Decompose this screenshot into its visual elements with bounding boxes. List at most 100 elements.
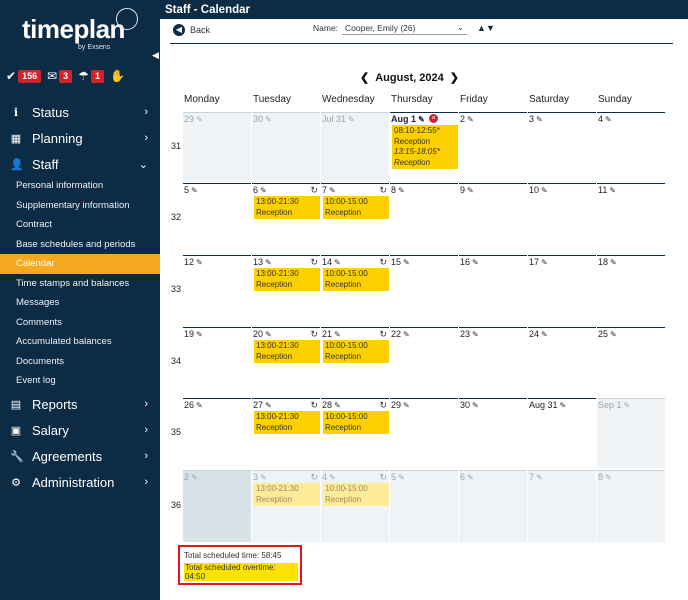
sidebar-subitem-time-stamps-and-balances[interactable]: Time stamps and balances <box>0 274 160 294</box>
edit-icon[interactable]: ✎ <box>418 115 425 124</box>
sidebar-subitem-comments[interactable]: Comments <box>0 313 160 333</box>
calendar-day-cell[interactable]: 21 ✎ ↻ 10:00-15:00 Reception <box>321 327 389 397</box>
sidebar-subitem-accumulated-balances[interactable]: Accumulated balances <box>0 332 160 352</box>
shift-block[interactable]: 10:00-15:00 Reception <box>323 411 389 434</box>
name-dropdown[interactable]: Cooper, Emily (26) ⌄ <box>342 21 468 35</box>
calendar-day-cell[interactable]: 4 ✎ <box>597 112 665 182</box>
calendar-day-cell[interactable]: 26 ✎ <box>183 398 251 468</box>
repeat-icon[interactable]: ↻ <box>310 400 318 411</box>
edit-icon[interactable]: ✎ <box>536 115 543 124</box>
calendar-day-cell[interactable]: 17 ✎ <box>528 255 596 325</box>
calendar-day-cell[interactable]: 8 ✎ <box>390 183 458 253</box>
badge-hand[interactable]: ✋ <box>110 70 125 82</box>
timeplan-logo[interactable]: timeplan by Exsens <box>20 8 140 52</box>
shift-block[interactable]: 13:00-21:30 Reception <box>254 268 320 291</box>
calendar-day-cell[interactable]: 6 ✎ ↻ 13:00-21:30 Reception <box>252 183 320 253</box>
calendar-day-cell[interactable]: 15 ✎ <box>390 255 458 325</box>
edit-icon[interactable]: ✎ <box>348 115 355 124</box>
sidebar-subitem-base-schedules-and-periods[interactable]: Base schedules and periods <box>0 235 160 255</box>
calendar-day-cell[interactable]: 8 ✎ <box>597 470 665 542</box>
calendar-day-cell[interactable]: 9 ✎ <box>459 183 527 253</box>
edit-icon[interactable]: ✎ <box>403 401 410 410</box>
repeat-icon[interactable]: ↻ <box>379 257 387 268</box>
edit-icon[interactable]: ✎ <box>265 330 272 339</box>
edit-icon[interactable]: ✎ <box>605 115 612 124</box>
repeat-icon[interactable]: ↻ <box>310 472 318 483</box>
repeat-icon[interactable]: ↻ <box>379 472 387 483</box>
calendar-day-cell[interactable]: 30 ✎ <box>252 112 320 182</box>
edit-icon[interactable]: ✎ <box>541 186 548 195</box>
edit-icon[interactable]: ✎ <box>624 401 631 410</box>
calendar-day-cell[interactable]: 28 ✎ ↻ 10:00-15:00 Reception <box>321 398 389 468</box>
edit-icon[interactable]: ✎ <box>334 401 341 410</box>
sidebar-subitem-event-log[interactable]: Event log <box>0 371 160 391</box>
edit-icon[interactable]: ✎ <box>260 186 267 195</box>
calendar-day-cell[interactable]: 27 ✎ ↻ 13:00-21:30 Reception <box>252 398 320 468</box>
edit-icon[interactable]: ✎ <box>605 473 612 482</box>
edit-icon[interactable]: ✎ <box>329 473 336 482</box>
back-button[interactable]: ◀ Back <box>173 24 210 36</box>
sidebar-item-administration[interactable]: ⚙ Administration › <box>0 469 160 495</box>
edit-icon[interactable]: ✎ <box>265 115 272 124</box>
delete-icon[interactable]: × <box>429 114 438 123</box>
edit-icon[interactable]: ✎ <box>403 330 410 339</box>
edit-icon[interactable]: ✎ <box>196 330 203 339</box>
calendar-day-cell[interactable]: 3 ✎ ↻ 13:00-21:30 Reception <box>252 470 320 542</box>
sidebar-subitem-messages[interactable]: Messages <box>0 293 160 313</box>
edit-icon[interactable]: ✎ <box>191 186 198 195</box>
shift-block[interactable]: 10:00-15:00 Reception <box>323 483 389 506</box>
sidebar-subitem-personal-information[interactable]: Personal information <box>0 176 160 196</box>
edit-icon[interactable]: ✎ <box>196 401 203 410</box>
calendar-day-cell[interactable]: 22 ✎ <box>390 327 458 397</box>
edit-icon[interactable]: ✎ <box>467 186 474 195</box>
edit-icon[interactable]: ✎ <box>265 401 272 410</box>
edit-icon[interactable]: ✎ <box>610 258 617 267</box>
calendar-day-cell[interactable]: Aug 31 ✎ <box>528 398 596 468</box>
calendar-day-cell[interactable]: 20 ✎ ↻ 13:00-21:30 Reception <box>252 327 320 397</box>
calendar-day-cell[interactable]: 6 ✎ <box>459 470 527 542</box>
edit-icon[interactable]: ✎ <box>467 115 474 124</box>
calendar-day-cell[interactable]: 13 ✎ ↻ 13:00-21:30 Reception <box>252 255 320 325</box>
repeat-icon[interactable]: ↻ <box>379 185 387 196</box>
calendar-day-cell[interactable]: 29 ✎ <box>183 112 251 182</box>
shift-block[interactable]: 10:00-15:00 Reception <box>323 196 389 219</box>
calendar-day-cell[interactable]: 10 ✎ <box>528 183 596 253</box>
shift-block[interactable]: 13:00-21:30 Reception <box>254 196 320 219</box>
sidebar-item-salary[interactable]: ▣ Salary › <box>0 417 160 443</box>
sidebar-item-staff[interactable]: 👤 Staff ⌄ <box>0 151 160 177</box>
repeat-icon[interactable]: ↻ <box>379 329 387 340</box>
badge-umbrella[interactable]: ☂ 1 <box>78 69 104 83</box>
shift-block[interactable]: 13:00-21:30 Reception <box>254 340 320 363</box>
prev-next-person-icon[interactable]: ▲▼ <box>477 23 495 33</box>
calendar-day-cell[interactable]: 25 ✎ <box>597 327 665 397</box>
edit-icon[interactable]: ✎ <box>334 330 341 339</box>
sidebar-subitem-calendar[interactable]: Calendar <box>0 254 160 274</box>
sidebar-subitem-contract[interactable]: Contract <box>0 215 160 235</box>
calendar-day-cell[interactable]: 3 ✎ <box>528 112 596 182</box>
calendar-day-cell[interactable]: 23 ✎ <box>459 327 527 397</box>
calendar-day-cell[interactable]: 29 ✎ <box>390 398 458 468</box>
collapse-sidebar-icon[interactable]: ◀ <box>152 50 159 61</box>
edit-icon[interactable]: ✎ <box>196 115 203 124</box>
edit-icon[interactable]: ✎ <box>541 330 548 339</box>
sidebar-item-status[interactable]: ℹ Status › <box>0 99 160 125</box>
calendar-day-cell[interactable]: 18 ✎ <box>597 255 665 325</box>
calendar-day-cell[interactable]: 5 ✎ <box>390 470 458 542</box>
edit-icon[interactable]: ✎ <box>334 258 341 267</box>
calendar-day-cell[interactable]: 7 ✎ ↻ 10:00-15:00 Reception <box>321 183 389 253</box>
edit-icon[interactable]: ✎ <box>265 258 272 267</box>
calendar-day-cell[interactable]: 19 ✎ <box>183 327 251 397</box>
edit-icon[interactable]: ✎ <box>260 473 267 482</box>
edit-icon[interactable]: ✎ <box>398 473 405 482</box>
calendar-day-cell[interactable]: 24 ✎ <box>528 327 596 397</box>
shift-block[interactable]: 08:10-12:55* Reception 13:15-18:05* Recepti… <box>392 125 458 169</box>
sidebar-item-agreements[interactable]: 🔧 Agreements › <box>0 443 160 469</box>
edit-icon[interactable]: ✎ <box>329 186 336 195</box>
edit-icon[interactable]: ✎ <box>472 330 479 339</box>
shift-block[interactable]: 13:00-21:30 Reception <box>254 483 320 506</box>
calendar-day-cell[interactable]: 2 ✎ <box>459 112 527 182</box>
calendar-day-cell[interactable]: 11 ✎ <box>597 183 665 253</box>
edit-icon[interactable]: ✎ <box>467 473 474 482</box>
edit-icon[interactable]: ✎ <box>196 258 203 267</box>
edit-icon[interactable]: ✎ <box>191 473 198 482</box>
